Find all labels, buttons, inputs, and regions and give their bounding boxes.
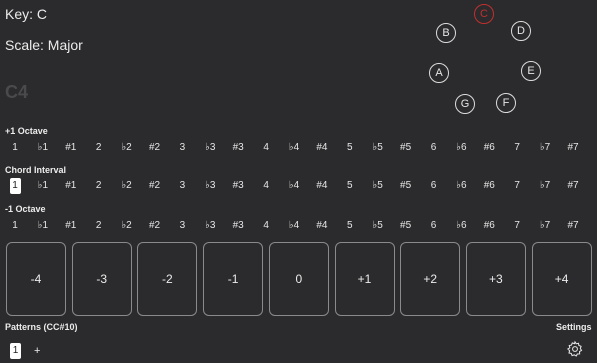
octave-up-interval-button[interactable]: 3 [172, 140, 192, 156]
note-a-button[interactable]: A [429, 63, 449, 83]
octave-down-interval-button[interactable]: 2 [89, 218, 109, 234]
chord-interval-interval-button[interactable]: #6 [479, 178, 499, 194]
note-e-button[interactable]: E [521, 61, 541, 81]
octave-up-interval-button[interactable]: ♭3 [200, 140, 220, 156]
key-label[interactable]: Key: C [5, 6, 47, 22]
octave-up-interval-button[interactable]: 1 [5, 140, 25, 156]
octave-down-interval-button[interactable]: ♭6 [451, 218, 471, 234]
note-g-button[interactable]: G [455, 94, 475, 114]
octave-up-interval-button[interactable]: ♭5 [368, 140, 388, 156]
offset-button[interactable]: -2 [137, 242, 198, 316]
octave-up-interval-button[interactable]: ♭1 [33, 140, 53, 156]
octave-down-interval-button[interactable]: 4 [256, 218, 276, 234]
octave-down-interval-button[interactable]: 7 [507, 218, 527, 234]
octave-up-interval-button[interactable]: 4 [256, 140, 276, 156]
chord-interval-row: 1 ♭1 #1 2 ♭2 #2 3 ♭3 #3 4 ♭4 #4 5 ♭5 #5 6 ♭6 #6 7 ♭7 #7 [0, 178, 597, 194]
octave-up-interval-button[interactable]: 7 [507, 140, 527, 156]
octave-up-interval-button[interactable]: 5 [340, 140, 360, 156]
chord-interval-interval-button[interactable]: #5 [396, 178, 416, 194]
chord-interval-interval-button[interactable]: 2 [89, 178, 109, 194]
chord-interval-interval-button[interactable]: ♭5 [368, 178, 388, 194]
octave-up-interval-button[interactable]: #1 [61, 140, 81, 156]
octave-down-interval-button[interactable]: 1 [5, 218, 25, 234]
octave-down-interval-button[interactable]: #3 [228, 218, 248, 234]
octave-down-interval-button[interactable]: #5 [396, 218, 416, 234]
chord-interval-title: Chord Interval [5, 165, 67, 175]
octave-down-row: 1 ♭1 #1 2 ♭2 #2 3 ♭3 #3 4 ♭4 #4 5 ♭5 #5 6 ♭6 #6 7 ♭7 #7 [0, 218, 597, 234]
octave-up-interval-button[interactable]: ♭6 [451, 140, 471, 156]
octave-down-interval-button[interactable]: 6 [424, 218, 444, 234]
octave-down-interval-button[interactable]: 3 [172, 218, 192, 234]
octave-down-interval-button[interactable]: ♭7 [535, 218, 555, 234]
chord-interval-interval-button[interactable]: #2 [145, 178, 165, 194]
octave-down-interval-button[interactable]: #1 [61, 218, 81, 234]
note-b-button[interactable]: B [436, 23, 456, 43]
offset-button[interactable]: +2 [400, 242, 461, 316]
patterns-title: Patterns (CC#10) [5, 322, 78, 332]
chord-interval-interval-button[interactable]: 6 [424, 178, 444, 194]
octave-up-interval-button[interactable]: ♭7 [535, 140, 555, 156]
octave-down-interval-button[interactable]: #7 [563, 218, 583, 234]
offset-button[interactable]: 0 [268, 242, 329, 316]
octave-down-interval-button[interactable]: #2 [145, 218, 165, 234]
chord-interval-interval-button[interactable]: 3 [172, 178, 192, 194]
chord-interval-interval-button[interactable]: #3 [228, 178, 248, 194]
offset-button[interactable]: +1 [334, 242, 395, 316]
octave-up-interval-button[interactable]: #6 [479, 140, 499, 156]
chord-interval-interval-button[interactable]: #7 [563, 178, 583, 194]
chord-interval-interval-button[interactable]: 5 [340, 178, 360, 194]
offset-button[interactable]: +4 [531, 242, 592, 316]
note-d-button[interactable]: D [511, 21, 531, 41]
current-note-display: C4 [5, 82, 29, 102]
octave-up-interval-button[interactable]: 6 [424, 140, 444, 156]
octave-up-interval-button[interactable]: 2 [89, 140, 109, 156]
chord-interval-interval-button[interactable]: ♭2 [117, 178, 137, 194]
note-c-button[interactable]: C [474, 4, 494, 24]
octave-up-interval-button[interactable]: #3 [228, 140, 248, 156]
octave-up-interval-button[interactable]: #7 [563, 140, 583, 156]
octave-up-interval-button[interactable]: ♭4 [284, 140, 304, 156]
octave-up-title: +1 Octave [5, 126, 48, 136]
gear-icon[interactable] [566, 340, 584, 358]
octave-down-interval-button[interactable]: ♭3 [200, 218, 220, 234]
chord-interval-interval-button[interactable]: 7 [507, 178, 527, 194]
chord-interval-interval-button[interactable]: #4 [312, 178, 332, 194]
chord-interval-interval-button[interactable]: ♭7 [535, 178, 555, 194]
offset-button[interactable]: +3 [465, 242, 526, 316]
offset-button[interactable]: -4 [6, 242, 66, 316]
note-f-button[interactable]: F [496, 93, 516, 113]
octave-down-interval-button[interactable]: ♭5 [368, 218, 388, 234]
settings-title[interactable]: Settings [556, 322, 592, 332]
octave-down-interval-button[interactable]: ♭1 [33, 218, 53, 234]
octave-down-interval-button[interactable]: #6 [479, 218, 499, 234]
octave-up-interval-button[interactable]: #4 [312, 140, 332, 156]
chord-interval-interval-button[interactable]: ♭3 [200, 178, 220, 194]
octave-down-interval-button[interactable]: ♭2 [117, 218, 137, 234]
scale-label[interactable]: Scale: Major [5, 37, 83, 53]
octave-down-interval-button[interactable]: #4 [312, 218, 332, 234]
octave-down-interval-button[interactable]: ♭4 [284, 218, 304, 234]
pattern-1-button[interactable]: 1 [10, 343, 21, 359]
octave-down-interval-button[interactable]: 5 [340, 218, 360, 234]
octave-up-interval-button[interactable]: #2 [145, 140, 165, 156]
octave-up-interval-button[interactable]: ♭2 [117, 140, 137, 156]
chord-interval-interval-button[interactable]: 4 [256, 178, 276, 194]
chord-interval-interval-button[interactable]: #1 [61, 178, 81, 194]
offset-button[interactable]: -1 [203, 242, 264, 316]
add-pattern-button[interactable]: + [34, 344, 40, 358]
octave-up-interval-button[interactable]: #5 [396, 140, 416, 156]
octave-down-title: -1 Octave [5, 204, 46, 214]
octave-up-row: 1 ♭1 #1 2 ♭2 #2 3 ♭3 #3 4 ♭4 #4 5 ♭5 #5 6 ♭6 #6 7 ♭7 #7 [0, 140, 597, 156]
chord-interval-interval-button[interactable]: ♭6 [451, 178, 471, 194]
chord-interval-interval-button[interactable]: 1 [5, 178, 25, 194]
chord-interval-interval-button[interactable]: ♭4 [284, 178, 304, 194]
chord-interval-interval-button[interactable]: ♭1 [33, 178, 53, 194]
offset-button[interactable]: -3 [71, 242, 132, 316]
